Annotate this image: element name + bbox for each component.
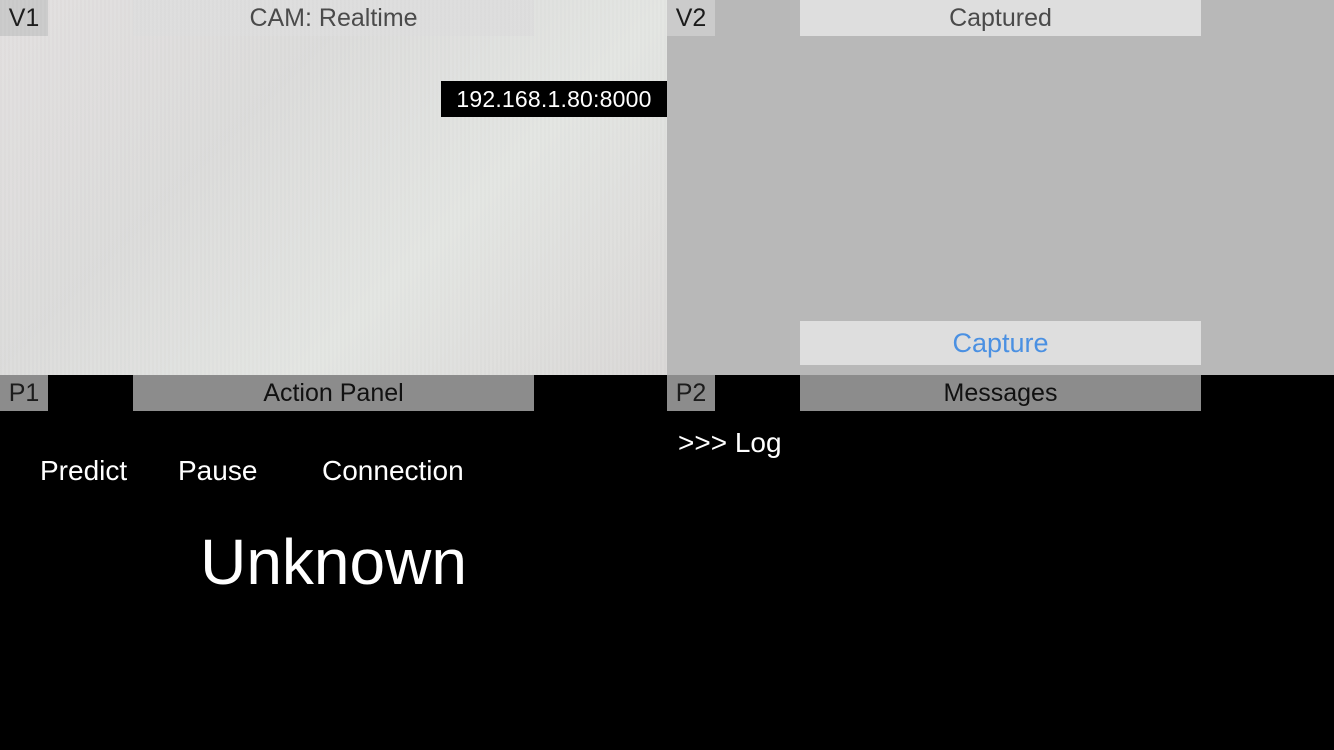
camera-realtime-view: V1 CAM: Realtime 192.168.1.80:8000 [0, 0, 667, 375]
p2-tag: P2 [667, 375, 715, 411]
connection-button[interactable]: Connection [322, 455, 464, 487]
p1-tag: P1 [0, 375, 48, 411]
captured-title: Captured [800, 0, 1201, 36]
captured-view: V2 Captured Capture [667, 0, 1334, 375]
predict-button[interactable]: Predict [40, 455, 127, 487]
ip-address-overlay: 192.168.1.80:8000 [441, 81, 667, 117]
capture-button[interactable]: Capture [800, 321, 1201, 365]
messages-panel: P2 Messages >>> Log [667, 375, 1334, 750]
v1-tag: V1 [0, 0, 48, 36]
camera-title: CAM: Realtime [133, 0, 534, 36]
pause-button[interactable]: Pause [178, 455, 257, 487]
app-root: V1 CAM: Realtime 192.168.1.80:8000 V2 Ca… [0, 0, 1334, 750]
log-text: >>> Log [678, 427, 782, 458]
prediction-status: Unknown [200, 526, 467, 598]
messages-title: Messages [800, 375, 1201, 411]
action-panel-title: Action Panel [133, 375, 534, 411]
action-panel: P1 Action Panel Predict Pause Connection… [0, 375, 667, 750]
v2-tag: V2 [667, 0, 715, 36]
